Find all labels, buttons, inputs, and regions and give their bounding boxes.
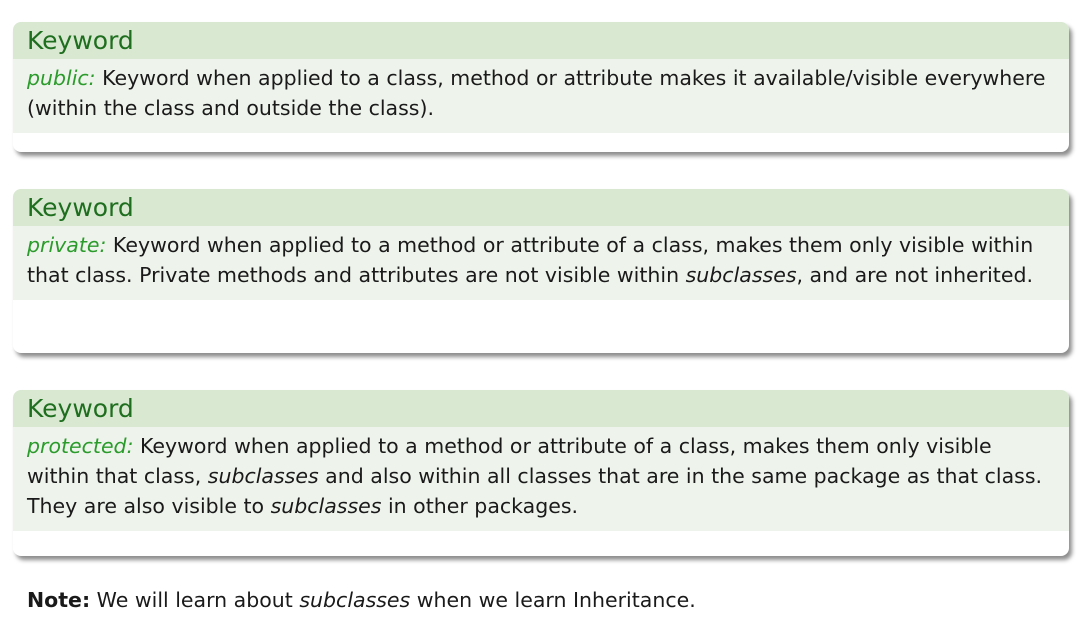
keyword-term: private: xyxy=(27,233,107,257)
definition-block-private: Keyword private: Keyword when applied to… xyxy=(13,189,1069,353)
emphasis-term: subclasses xyxy=(207,464,319,488)
note-text: when we learn Inheritance. xyxy=(410,588,696,612)
emphasis-term: subclasses xyxy=(299,588,411,612)
keyword-term: public: xyxy=(27,66,96,90)
block-body: private: Keyword when applied to a metho… xyxy=(13,226,1069,300)
emphasis-term: subclasses xyxy=(685,263,797,287)
definition-text: , and are not inherited. xyxy=(796,263,1033,287)
definition-block-protected: Keyword protected: Keyword when applied … xyxy=(13,390,1069,556)
note-line: Note: We will learn about subclasses whe… xyxy=(27,585,696,615)
block-body: public: Keyword when applied to a class,… xyxy=(13,59,1069,133)
block-body: protected: Keyword when applied to a met… xyxy=(13,427,1069,531)
note-text: We will learn about xyxy=(90,588,300,612)
definition-block-public: Keyword public: Keyword when applied to … xyxy=(13,22,1069,152)
block-title: Keyword xyxy=(13,189,1069,226)
definition-text: in other packages. xyxy=(381,494,579,518)
note-label: Note: xyxy=(27,588,91,612)
keyword-term: protected: xyxy=(27,434,134,458)
definition-text: Keyword when applied to a class, method … xyxy=(27,66,1046,120)
block-title: Keyword xyxy=(13,22,1069,59)
emphasis-term: subclasses xyxy=(270,494,382,518)
block-title: Keyword xyxy=(13,390,1069,427)
